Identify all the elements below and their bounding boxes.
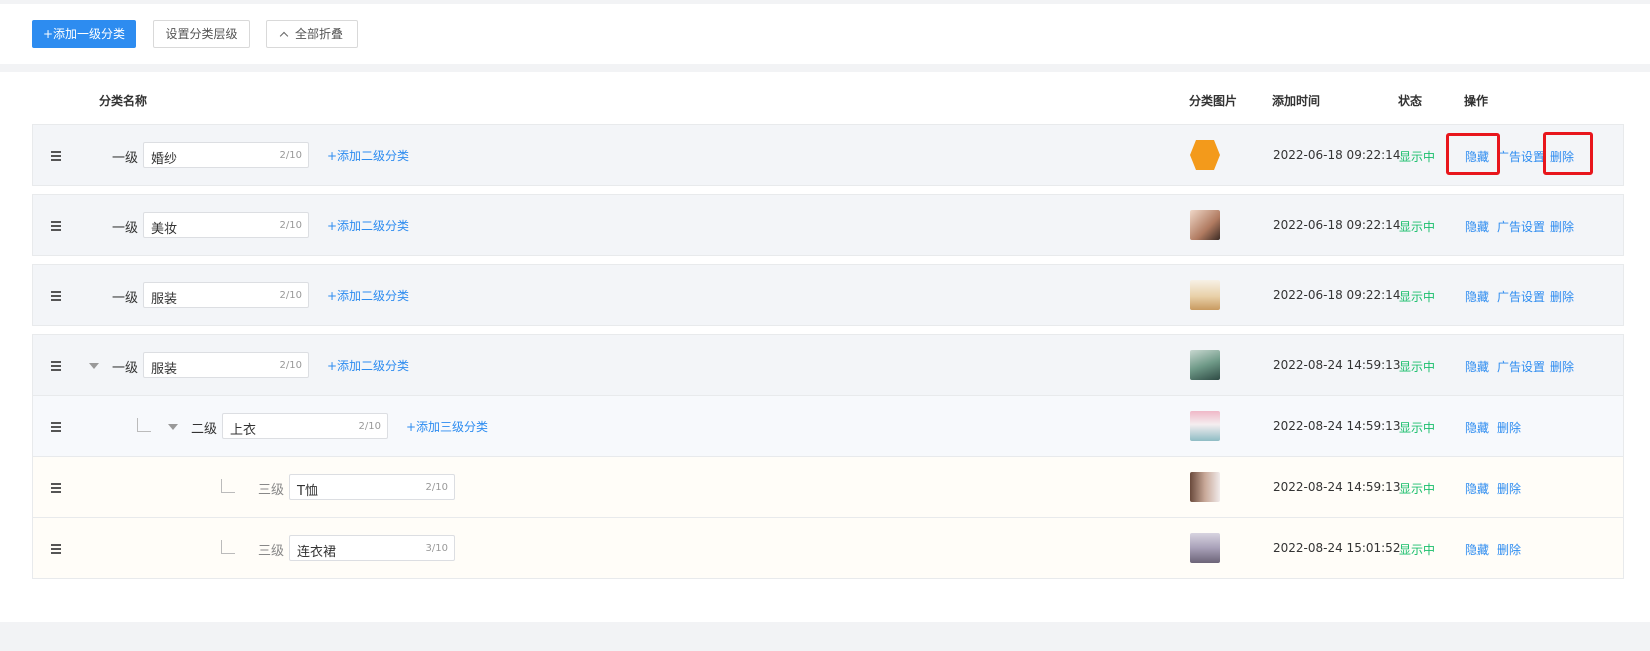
category-name-input[interactable]: 美妆 2/10 [143,212,309,238]
category-thumbnail [1190,411,1220,441]
tree-connector [137,418,151,432]
ad-settings-link[interactable]: 广告设置 [1497,358,1545,375]
delete-link[interactable]: 删除 [1550,358,1574,375]
col-name-header: 分类名称 [99,94,148,108]
status-badge: 显示中 [1399,360,1436,374]
category-name-input[interactable]: 服装 2/10 [143,352,309,378]
ad-settings-link[interactable]: 广告设置 [1497,148,1545,165]
category-table-panel: 分类名称 分类图片 添加时间 状态 操作 一级 婚纱 2/10 +添加二级分类 2… [0,72,1650,622]
drag-handle-icon[interactable] [51,221,61,233]
added-time: 2022-08-24 14:59:13 [1273,358,1401,372]
table-row: 三级 连衣裙 3/10 2022-08-24 15:01:52 显示中 隐藏 删除 [32,518,1624,579]
added-time: 2022-06-18 09:22:14 [1273,288,1401,302]
level-label: 三级 [258,483,285,498]
category-thumbnail [1190,472,1220,502]
delete-link[interactable]: 删除 [1497,419,1521,436]
status-badge: 显示中 [1399,543,1436,557]
page-footer-area [0,622,1650,651]
category-thumbnail [1190,140,1220,170]
ad-settings-link[interactable]: 广告设置 [1497,288,1545,305]
highlight-box [1446,133,1500,175]
level-label: 一级 [112,151,139,166]
add-top-category-button[interactable]: +添加一级分类 [32,20,136,48]
add-child-category-link[interactable]: +添加三级分类 [406,418,488,435]
table-header: 分类名称 分类图片 添加时间 状态 操作 [0,86,1650,112]
drag-handle-icon[interactable] [51,361,61,373]
hide-link[interactable]: 隐藏 [1465,218,1489,235]
level-label: 三级 [258,544,285,559]
drag-handle-icon[interactable] [51,151,61,163]
category-thumbnail [1190,350,1220,380]
col-status-header: 状态 [1398,94,1423,108]
category-thumbnail [1190,280,1220,310]
level-label: 一级 [112,221,139,236]
table-row: 三级 T恤 2/10 2022-08-24 14:59:13 显示中 隐藏 删除 [32,457,1624,518]
collapse-all-button[interactable]: 全部折叠 [266,20,358,48]
added-time: 2022-06-18 09:22:14 [1273,218,1401,232]
tree-connector [221,479,235,493]
col-actions-header: 操作 [1464,94,1489,108]
drag-handle-icon[interactable] [51,544,61,556]
add-child-category-link[interactable]: +添加二级分类 [327,287,409,304]
category-name-input[interactable]: 上衣 2/10 [222,413,388,439]
drag-handle-icon[interactable] [51,422,61,434]
category-thumbnail [1190,210,1220,240]
hide-link[interactable]: 隐藏 [1465,541,1489,558]
add-child-category-link[interactable]: +添加二级分类 [327,357,409,374]
col-time-header: 添加时间 [1272,94,1321,108]
delete-link[interactable]: 删除 [1497,480,1521,497]
added-time: 2022-08-24 15:01:52 [1273,541,1401,555]
hide-link[interactable]: 隐藏 [1465,358,1489,375]
hide-link[interactable]: 隐藏 [1465,288,1489,305]
added-time: 2022-06-18 09:22:14 [1273,148,1401,162]
set-category-levels-button[interactable]: 设置分类层级 [153,20,250,48]
status-badge: 显示中 [1399,150,1436,164]
added-time: 2022-08-24 14:59:13 [1273,480,1401,494]
hide-link[interactable]: 隐藏 [1465,480,1489,497]
add-child-category-link[interactable]: +添加二级分类 [327,217,409,234]
delete-link[interactable]: 删除 [1550,288,1574,305]
category-name-input[interactable]: 服装 2/10 [143,282,309,308]
col-image-header: 分类图片 [1189,94,1238,108]
delete-link[interactable]: 删除 [1550,218,1574,235]
drag-handle-icon[interactable] [51,483,61,495]
level-label: 二级 [191,422,218,437]
level-label: 一级 [112,291,139,306]
category-name-input[interactable]: 婚纱 2/10 [143,142,309,168]
category-name-input[interactable]: 连衣裙 3/10 [289,535,455,561]
table-row: 一级 婚纱 2/10 +添加二级分类 2022-06-18 09:22:14 显示… [32,124,1624,186]
highlight-box [1543,132,1593,175]
status-badge: 显示中 [1399,220,1436,234]
category-thumbnail [1190,533,1220,563]
caret-down-icon[interactable] [89,363,99,369]
drag-handle-icon[interactable] [51,291,61,303]
added-time: 2022-08-24 14:59:13 [1273,419,1401,433]
status-badge: 显示中 [1399,482,1436,496]
delete-link[interactable]: 删除 [1497,541,1521,558]
category-name-input[interactable]: T恤 2/10 [289,474,455,500]
chevron-up-icon [279,31,289,41]
collapse-all-label: 全部折叠 [294,27,343,41]
status-badge: 显示中 [1399,421,1436,435]
table-row: 一级 服装 2/10 +添加二级分类 2022-06-18 09:22:14 显示… [32,264,1624,326]
add-child-category-link[interactable]: +添加二级分类 [327,147,409,164]
level-label: 一级 [112,361,139,376]
table-row: 一级 服装 2/10 +添加二级分类 2022-08-24 14:59:13 显示… [32,334,1624,396]
table-row: 二级 上衣 2/10 +添加三级分类 2022-08-24 14:59:13 显示… [32,396,1624,457]
toolbar: +添加一级分类 设置分类层级 全部折叠 [0,4,1650,64]
caret-down-icon[interactable] [168,424,178,430]
tree-connector [221,540,235,554]
status-badge: 显示中 [1399,290,1436,304]
ad-settings-link[interactable]: 广告设置 [1497,218,1545,235]
table-row: 一级 美妆 2/10 +添加二级分类 2022-06-18 09:22:14 显示… [32,194,1624,256]
hide-link[interactable]: 隐藏 [1465,419,1489,436]
